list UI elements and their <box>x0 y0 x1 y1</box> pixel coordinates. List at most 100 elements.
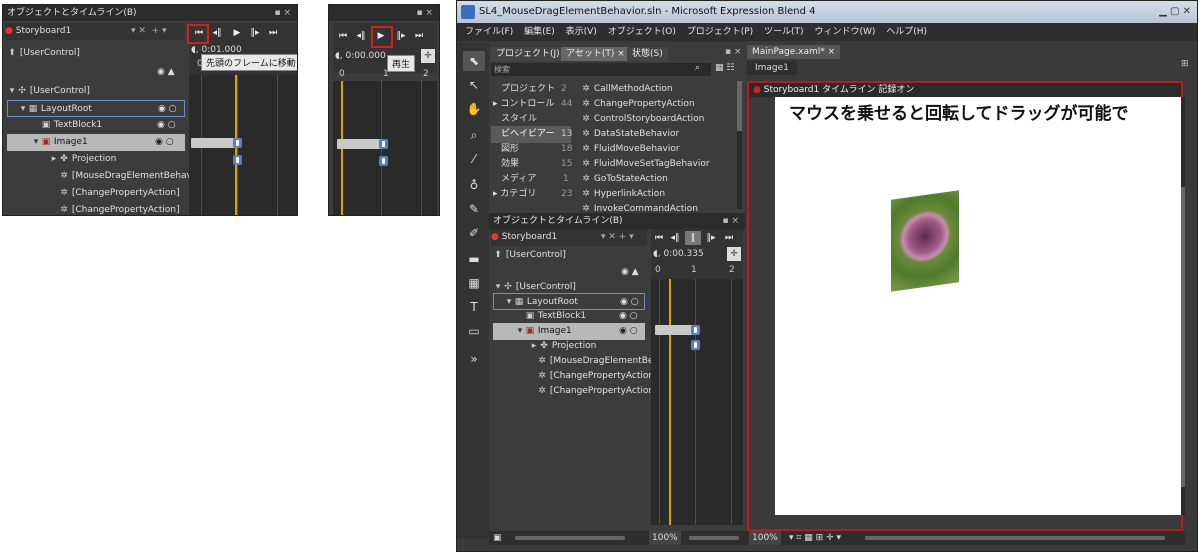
keyframe-add-icon[interactable]: ◖ <box>191 45 196 55</box>
keyframe-bar[interactable] <box>337 139 385 149</box>
keyframe[interactable] <box>691 325 700 335</box>
eye-icon[interactable]: ◉ ○ <box>157 117 176 134</box>
selection-tool-icon[interactable]: ⬉ <box>463 51 485 71</box>
menu-edit[interactable]: 編集(E) <box>524 27 555 37</box>
keyframe-add-icon[interactable]: ◖ <box>653 249 658 259</box>
view-toggle-icon[interactable]: ▦ ☷ <box>715 63 734 73</box>
eye-icon[interactable]: ◉ ○ <box>158 101 177 118</box>
keyframe-add-icon[interactable]: ◖ <box>335 51 340 61</box>
control-icon[interactable]: ▭ <box>463 321 485 341</box>
canvas-textblock[interactable]: マウスを乗せると回転してドラッグが可能で <box>789 99 1129 124</box>
menu-object[interactable]: オブジェクト(O) <box>608 27 676 37</box>
timeline-zoom[interactable]: 100% <box>649 531 681 545</box>
document-hscroll[interactable] <box>865 536 1165 540</box>
root-scope[interactable]: ⬆ [UserControl] <box>493 247 566 264</box>
paint-bucket-icon[interactable]: ♁ <box>463 175 485 195</box>
pan-icon[interactable]: ✋ <box>463 99 485 119</box>
last-frame-button[interactable]: ⏭ <box>721 231 737 245</box>
zoom-icon[interactable]: ⌕ <box>463 125 485 145</box>
menu-help[interactable]: ヘルプ(H) <box>886 27 927 37</box>
rectangle-icon[interactable]: ▬ <box>463 249 485 269</box>
last-frame-button[interactable]: ⏭ <box>411 29 427 43</box>
tree-item-textblock[interactable]: ▣ TextBlock1 ◉ ○ <box>7 117 185 134</box>
eye-icon[interactable]: ◉ ○ <box>155 134 174 151</box>
playhead[interactable] <box>669 279 671 525</box>
view-option-icons[interactable]: ▾ ⌗ ▦ ⊞ ✛ ▾ <box>789 531 841 545</box>
next-frame-button[interactable]: ‖▸ <box>703 231 719 245</box>
artboard[interactable]: マウスを乗せると回転してドラッグが可能で <box>775 97 1181 515</box>
timeline-scroll[interactable] <box>689 536 739 540</box>
horizontal-scrollbar[interactable] <box>515 536 625 540</box>
last-frame-button[interactable]: ⏭ <box>265 26 281 40</box>
flower-image[interactable] <box>891 190 959 292</box>
prev-frame-button[interactable]: ◂‖ <box>353 29 369 43</box>
category-item[interactable]: ▸ カテゴリ 23 <box>491 186 572 203</box>
menu-window[interactable]: ウィンドウ(W) <box>814 27 875 37</box>
eyedropper-icon[interactable]: ⁄ <box>463 149 485 169</box>
time-display[interactable]: ◖, 0:00.335 <box>653 249 704 259</box>
artboard-zoom[interactable]: 100% <box>749 531 781 545</box>
keyframe[interactable] <box>379 156 388 166</box>
tree-item-action-1[interactable]: ✲ [ChangePropertyAction] <box>7 185 179 202</box>
panel-icon[interactable]: ▣ <box>493 531 502 545</box>
tree-item-image[interactable]: ▾ ▣ Image1 ◉ ○ <box>7 134 185 151</box>
pause-button[interactable]: ‖ <box>685 231 701 245</box>
tree-item-action-2[interactable]: ✲ [ChangePropertyAction] <box>7 202 179 215</box>
keyframe[interactable] <box>233 155 242 165</box>
next-frame-button[interactable]: ‖▸ <box>393 29 409 43</box>
next-frame-button[interactable]: ‖▸ <box>247 26 263 40</box>
storyboard-menu-icon[interactable]: ▾ ✕ + ▾ <box>601 229 634 246</box>
pin-icon[interactable]: ▪ × <box>274 5 291 21</box>
menu-view[interactable]: 表示(V) <box>566 27 597 37</box>
timeline-track-area[interactable] <box>651 279 743 525</box>
vertical-scrollbar[interactable] <box>1181 97 1185 515</box>
right-side-icons[interactable]: ⊞ <box>1181 59 1189 69</box>
prev-frame-button[interactable]: ◂‖ <box>209 26 225 40</box>
tree-item-usercontrol[interactable]: ▾ ✣ [UserControl] <box>7 83 187 100</box>
visibility-lock-icons[interactable]: ◉ ▲ <box>621 267 639 277</box>
timeline-track-area[interactable] <box>333 81 437 215</box>
play-button[interactable]: ▶ <box>229 26 245 40</box>
snap-icon[interactable]: ✛ <box>421 49 435 63</box>
pin-icon[interactable]: ▪ × <box>416 5 433 21</box>
scrollbar[interactable] <box>737 81 742 209</box>
tree-item-layoutroot[interactable]: ▾ ▦ LayoutRoot ◉ ○ <box>7 100 185 117</box>
menu-tools[interactable]: ツール(T) <box>764 27 804 37</box>
keyframe-bar[interactable] <box>191 138 237 148</box>
storyboard-selector[interactable]: ● Storyboard1 ▾ ✕ + ▾ <box>5 23 185 40</box>
timeline-track-area[interactable] <box>189 75 297 215</box>
search-input[interactable]: 検索 <box>491 63 711 76</box>
tab-states[interactable]: 状態(S) <box>627 47 668 61</box>
window-controls[interactable]: ▁ ▢ ✕ <box>1159 1 1191 23</box>
snap-icon[interactable]: ✛ <box>727 247 741 261</box>
tab-project[interactable]: プロジェクト(J) <box>491 47 565 61</box>
tree-item-action-2[interactable]: ✲ [ChangePropertyAction] <box>493 383 657 400</box>
pin-icon[interactable]: ▪ × <box>722 213 739 229</box>
direct-select-icon[interactable]: ↖ <box>463 75 485 95</box>
menu-file[interactable]: ファイル(F) <box>465 27 513 37</box>
pin-icon[interactable]: ▪ × <box>725 47 742 57</box>
menu-project[interactable]: プロジェクト(P) <box>687 27 753 37</box>
tab-mainpage[interactable]: MainPage.xaml* × <box>747 45 841 59</box>
storyboard-selector[interactable]: ● Storyboard1 ▾ ✕ + ▾ <box>491 229 647 246</box>
keyframe[interactable] <box>379 139 388 149</box>
text-icon[interactable]: T <box>463 297 485 317</box>
prev-frame-button[interactable]: ◂‖ <box>667 231 683 245</box>
keyframe[interactable] <box>233 138 242 148</box>
breadcrumb[interactable]: Image1 <box>747 61 797 75</box>
tree-item-behavior[interactable]: ✲ [MouseDragElementBehav <box>7 168 191 185</box>
tree-item-projection[interactable]: ▸ ✤ Projection <box>7 151 117 168</box>
time-display[interactable]: ◖, 0:00.000 <box>335 51 386 61</box>
tab-assets[interactable]: アセット(T) × <box>561 47 630 61</box>
pen-icon[interactable]: ✎ <box>463 199 485 219</box>
keyframe[interactable] <box>691 340 700 350</box>
brush-icon[interactable]: ✐ <box>463 223 485 243</box>
storyboard-menu-icon[interactable]: ▾ ✕ + ▾ <box>131 23 167 40</box>
grid-icon[interactable]: ▦ <box>463 273 485 293</box>
eye-icon[interactable]: ◉ ○ <box>619 323 638 340</box>
root-scope[interactable]: ⬆ [UserControl] <box>7 45 80 62</box>
first-frame-button[interactable]: ⏮ <box>651 231 667 245</box>
more-tools-icon[interactable]: » <box>463 349 485 369</box>
first-frame-button[interactable]: ⏮ <box>335 29 351 43</box>
visibility-lock-icons[interactable]: ◉ ▲ <box>157 67 175 77</box>
